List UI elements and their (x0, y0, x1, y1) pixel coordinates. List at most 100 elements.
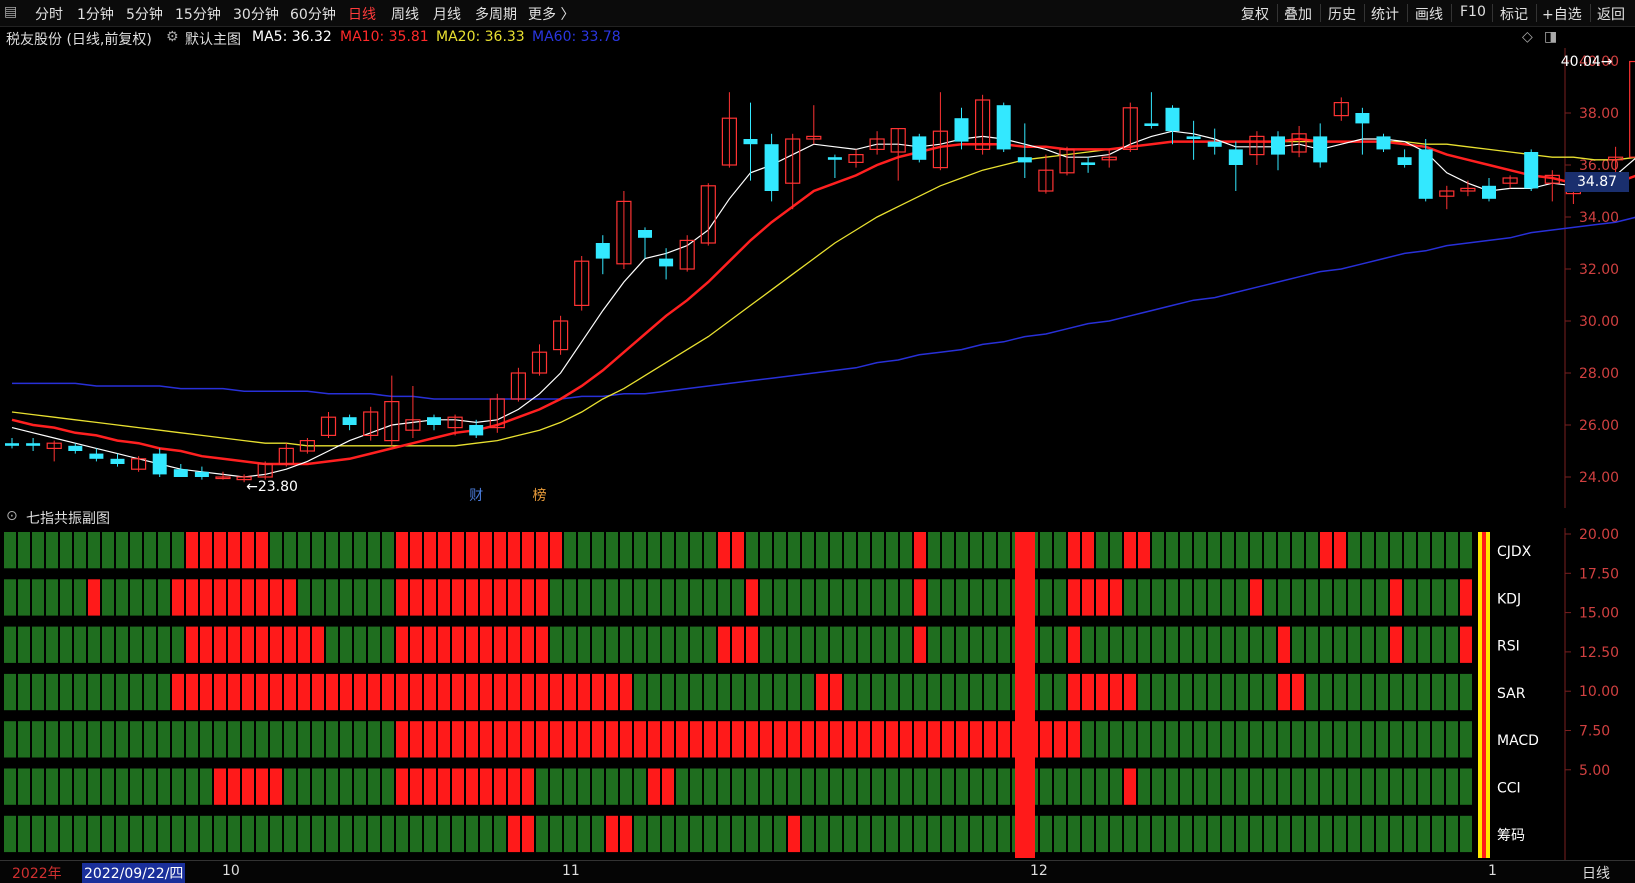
mark-button[interactable]: 标记 (1500, 4, 1528, 24)
resonance-cell (508, 815, 520, 853)
resonance-cell (886, 721, 898, 758)
tab-multi-period[interactable]: 多周期 (475, 4, 517, 24)
resonance-cell (438, 815, 450, 853)
resonance-cell (1068, 532, 1080, 569)
stock-title[interactable]: 税友股份 (日线,前复权) (6, 29, 152, 49)
tab-minute[interactable]: 分时 (35, 4, 63, 24)
add-watchlist-button[interactable]: +自选 (1542, 4, 1582, 24)
month-label-dec: 12 (1030, 863, 1048, 879)
resonance-cell (46, 815, 58, 853)
resonance-cell (172, 721, 184, 758)
overlay-button[interactable]: 叠加 (1284, 4, 1312, 24)
month-label-nov: 11 (562, 863, 580, 879)
resonance-cell (32, 532, 44, 569)
resonance-cell (634, 815, 646, 853)
resonance-cell (942, 768, 954, 805)
resonance-cell (368, 721, 380, 758)
resonance-cell (578, 579, 590, 616)
resonance-cell (956, 532, 968, 569)
candle-body (1228, 149, 1243, 165)
resonance-cell (718, 815, 730, 853)
resonance-cell (354, 768, 366, 805)
resonance-cell (914, 626, 926, 663)
history-button[interactable]: 历史 (1328, 4, 1356, 24)
resonance-cell (1376, 768, 1388, 805)
resonance-cell (1152, 579, 1164, 616)
resonance-cell (396, 721, 408, 758)
resonance-cell (1054, 721, 1066, 758)
resonance-cell (1404, 721, 1416, 758)
tab-1min[interactable]: 1分钟 (77, 4, 114, 24)
tab-15min[interactable]: 15分钟 (175, 4, 221, 24)
resonance-cell (550, 673, 562, 711)
period-label[interactable]: 日线 (1582, 863, 1610, 883)
main-chart-selector[interactable]: 默认主图 (185, 29, 241, 49)
resonance-cell (340, 815, 352, 853)
resonance-cell (116, 721, 128, 758)
resonance-cell (1138, 579, 1150, 616)
restore-right-button[interactable]: 复权 (1241, 4, 1269, 24)
resonance-cell (102, 626, 114, 663)
resonance-cell (1236, 721, 1248, 758)
resonance-cell (382, 815, 394, 853)
resonance-cell (466, 579, 478, 616)
tab-30min[interactable]: 30分钟 (233, 4, 279, 24)
resonance-cell (1362, 721, 1374, 758)
tab-daily[interactable]: 日线 (348, 4, 376, 24)
resonance-cell (1390, 579, 1402, 616)
resonance-chart[interactable]: CJDX KDJ RSI SAR MACD CCI 筹码 20.00 17.50 15.00 12.… (0, 528, 1635, 860)
resonance-cell (956, 626, 968, 663)
candlestick-chart[interactable]: 40.0038.0036.0034.0032.0030.0028.0026.00… (0, 48, 1635, 508)
candle-body (595, 243, 610, 259)
resonance-cell (606, 532, 618, 569)
resonance-cell (1082, 579, 1094, 616)
resonance-cell (1124, 532, 1136, 569)
resonance-row-label: CJDX (1497, 544, 1532, 560)
resonance-cell (172, 626, 184, 663)
panel-toggle-icon[interactable]: ◨ (1544, 29, 1557, 45)
resonance-cell (1460, 626, 1472, 663)
resonance-cell (1334, 673, 1346, 711)
statistics-button[interactable]: 统计 (1371, 4, 1399, 24)
resonance-cell (676, 721, 688, 758)
resonance-cell (760, 815, 772, 853)
candle-body (1376, 136, 1391, 150)
resonance-cell (1292, 768, 1304, 805)
high-price-label: 40.04→ (1561, 54, 1613, 70)
window-menu-icon[interactable]: ▤ (4, 4, 17, 20)
back-button[interactable]: 返回 (1597, 4, 1625, 24)
resonance-cell (1222, 768, 1234, 805)
resonance-cell (872, 626, 884, 663)
resonance-cell (368, 579, 380, 616)
tab-5min[interactable]: 5分钟 (126, 4, 163, 24)
resonance-cell (368, 532, 380, 569)
sub-chart-title[interactable]: 七指共振副图 (26, 508, 110, 528)
tab-60min[interactable]: 60分钟 (290, 4, 336, 24)
resonance-cell (634, 768, 646, 805)
resonance-cell (830, 768, 842, 805)
resonance-cell (340, 579, 352, 616)
resonance-cell (494, 721, 506, 758)
resonance-cell (1390, 626, 1402, 663)
draw-button[interactable]: 画线 (1415, 4, 1443, 24)
settings-gear-icon[interactable]: ⚙ (166, 29, 179, 45)
resonance-cell (844, 815, 856, 853)
tab-weekly[interactable]: 周线 (391, 4, 419, 24)
f10-button[interactable]: F10 (1460, 4, 1486, 20)
ma20-value: MA20: 36.33 (436, 29, 525, 45)
tab-more[interactable]: 更多 〉 (528, 4, 574, 24)
tab-monthly[interactable]: 月线 (433, 4, 461, 24)
candle-body (68, 445, 83, 451)
resonance-cell (1040, 815, 1052, 853)
resonance-cell (396, 626, 408, 663)
candle-body (638, 230, 652, 238)
resonance-cell (494, 815, 506, 853)
price-axis-label: 26.00 (1579, 418, 1619, 434)
resonance-cell (354, 721, 366, 758)
resonance-cell (844, 721, 856, 758)
resonance-cell (354, 626, 366, 663)
resonance-cell (1376, 579, 1388, 616)
collapse-icon[interactable]: ⊙ (6, 508, 18, 524)
resonance-cell (438, 626, 450, 663)
diamond-icon[interactable]: ◇ (1522, 29, 1533, 45)
